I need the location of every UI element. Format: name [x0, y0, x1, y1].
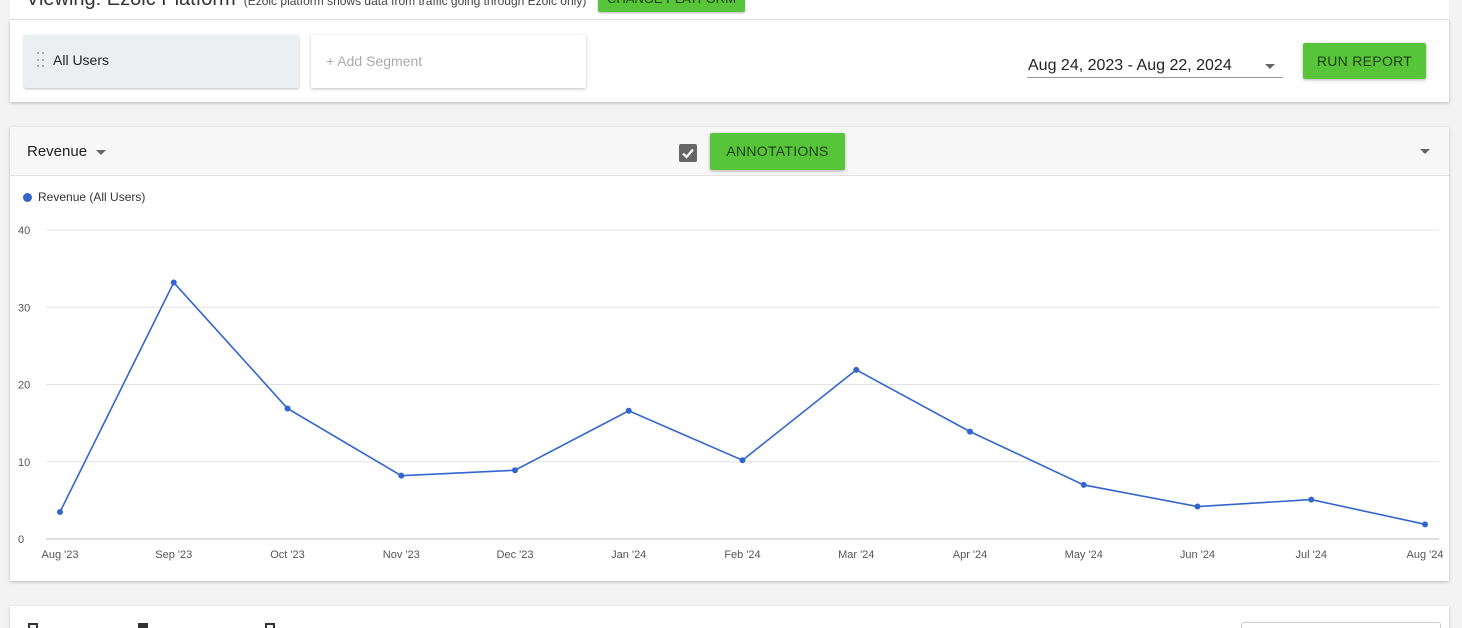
x-tick-label: May '24	[1065, 549, 1103, 561]
date-range-select[interactable]: Aug 24, 2023 - Aug 22, 2024	[1027, 56, 1283, 78]
data-point[interactable]	[284, 405, 291, 412]
x-tick-label: Oct '23	[270, 549, 305, 561]
chart-card: Revenue ANNOTATIONS Revenue (All Users) …	[10, 127, 1449, 581]
drag-handle-icon[interactable]	[37, 52, 45, 70]
x-tick-label: Apr '24	[953, 549, 988, 561]
checkmark-icon	[682, 148, 694, 159]
report-table-card	[10, 606, 1449, 628]
y-tick-label: 30	[18, 302, 30, 314]
annotations-checkbox[interactable]	[679, 144, 697, 162]
segment-chip-all-users[interactable]: All Users	[24, 35, 299, 88]
x-tick-label: Mar '24	[838, 549, 874, 561]
table-options-select[interactable]	[1241, 622, 1441, 628]
viewing-label: Viewing: Ezoic Platform (Ezoic platform s…	[26, 0, 586, 11]
metric-select[interactable]: Revenue	[27, 143, 106, 160]
chevron-down-icon[interactable]	[1420, 149, 1430, 154]
platform-note: (Ezoic platform shows data from traffic …	[243, 0, 587, 8]
segment-label: All Users	[53, 52, 110, 68]
x-tick-label: Nov '23	[383, 549, 420, 561]
y-tick-label: 0	[18, 534, 24, 546]
add-segment-label: + Add Segment	[326, 53, 423, 69]
date-range-value: Aug 24, 2023 - Aug 22, 2024	[1028, 57, 1232, 74]
x-tick-label: Jun '24	[1180, 549, 1215, 561]
data-point[interactable]	[1194, 503, 1201, 510]
series-line[interactable]	[59, 281, 1426, 526]
x-tick-label: Jan '24	[611, 549, 646, 561]
data-point[interactable]	[625, 407, 632, 414]
run-report-button[interactable]: RUN REPORT	[1303, 43, 1426, 79]
x-tick-label: Feb '24	[724, 549, 760, 561]
segment-bar: All Users + Add Segment Aug 24, 2023 - A…	[10, 20, 1449, 102]
metric-value: Revenue	[27, 143, 88, 160]
platform-bar: Viewing: Ezoic Platform (Ezoic platform s…	[10, 0, 1449, 20]
change-platform-button[interactable]: CHANGE PLATFORM	[598, 0, 745, 12]
annotations-button[interactable]: ANNOTATIONS	[710, 133, 845, 170]
chevron-down-icon	[1265, 64, 1275, 69]
x-tick-label: Aug '23	[42, 549, 79, 561]
add-segment-slot[interactable]: + Add Segment	[311, 35, 586, 88]
data-point[interactable]	[57, 508, 63, 515]
y-tick-label: 20	[18, 380, 30, 392]
data-point[interactable]	[170, 279, 177, 286]
x-tick-label: Sep '23	[155, 549, 192, 561]
data-point[interactable]	[853, 366, 860, 373]
x-tick-label: Jul '24	[1296, 549, 1327, 561]
export-icon[interactable]	[265, 623, 275, 628]
data-point[interactable]	[967, 428, 973, 435]
viewing-text: Viewing: Ezoic Platform	[26, 0, 236, 10]
chevron-down-icon	[96, 150, 106, 155]
data-point[interactable]	[1080, 481, 1087, 488]
table-icon[interactable]	[28, 623, 38, 628]
data-point[interactable]	[739, 457, 746, 464]
x-tick-label: Dec '23	[497, 549, 534, 561]
y-tick-label: 40	[18, 225, 30, 237]
chart-header: Revenue ANNOTATIONS	[10, 127, 1449, 176]
data-point[interactable]	[1308, 496, 1315, 503]
data-point[interactable]	[398, 472, 405, 479]
x-tick-label: Aug '24	[1407, 549, 1444, 561]
revenue-line-chart[interactable]: 0 10 20 30 40 Aug '23 Sep '23 Oct '23 Nov '23 Dec…	[10, 177, 1449, 577]
filter-icon[interactable]	[138, 623, 148, 628]
data-point[interactable]	[512, 467, 518, 474]
data-point[interactable]	[1422, 521, 1428, 528]
y-tick-label: 10	[18, 457, 30, 469]
